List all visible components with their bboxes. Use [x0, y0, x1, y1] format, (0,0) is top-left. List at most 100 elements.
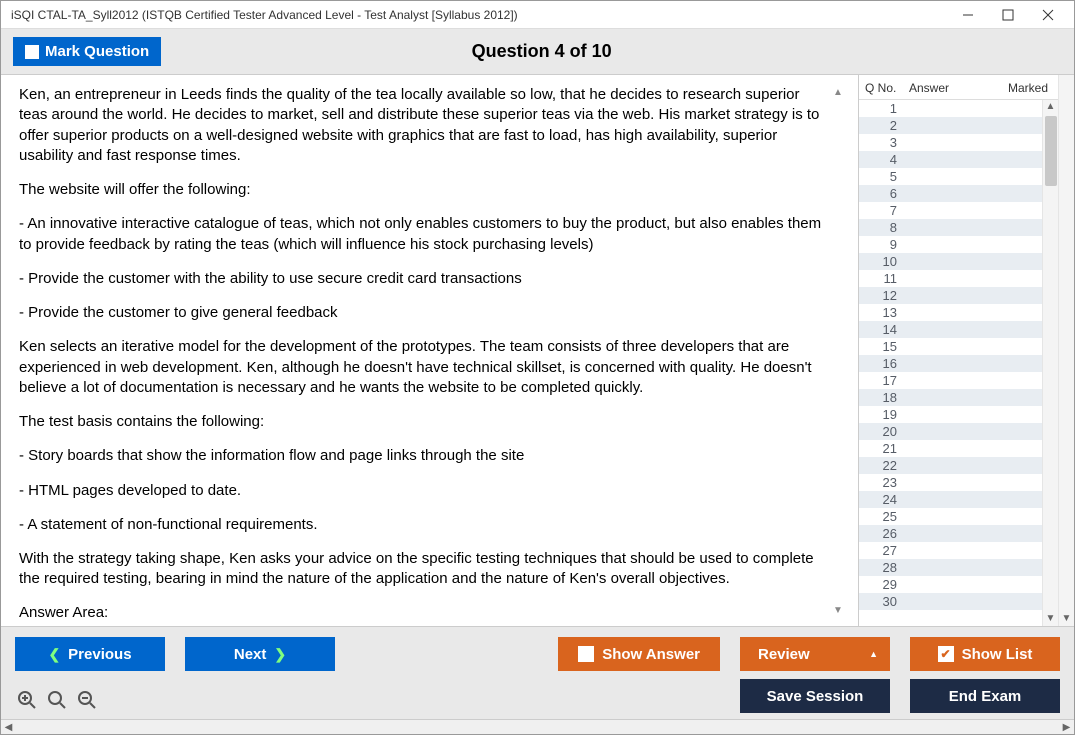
magnify-icon — [47, 690, 67, 710]
qlist-scrollbar[interactable]: ▲ ▼ — [1042, 100, 1058, 626]
qlist-number: 16 — [867, 356, 903, 371]
question-scroll: Ken, an entrepreneur in Leeds finds the … — [19, 85, 830, 618]
qlist-row[interactable]: 16 — [859, 355, 1058, 372]
question-paragraph: Ken, an entrepreneur in Leeds finds the … — [19, 85, 830, 166]
review-label: Review — [758, 646, 810, 663]
question-paragraph: - HTML pages developed to date. — [19, 481, 830, 501]
qlist-row[interactable]: 25 — [859, 508, 1058, 525]
topbar: Mark Question Question 4 of 10 — [1, 29, 1074, 75]
qlist-row[interactable]: 30 — [859, 593, 1058, 610]
qlist-number: 28 — [867, 560, 903, 575]
answer-area-label: Answer Area: — [19, 604, 830, 619]
chevron-right-icon: ❯ — [274, 646, 286, 663]
qlist-row[interactable]: 29 — [859, 576, 1058, 593]
question-paragraph: - A statement of non-functional requirem… — [19, 515, 830, 535]
qlist-row[interactable]: 7 — [859, 202, 1058, 219]
button-row-2: Save Session End Exam — [15, 679, 1060, 713]
qlist-number: 21 — [867, 441, 903, 456]
question-paragraph: - Story boards that show the information… — [19, 446, 830, 466]
qlist-row[interactable]: 15 — [859, 338, 1058, 355]
qlist-row[interactable]: 18 — [859, 389, 1058, 406]
close-button[interactable] — [1028, 3, 1068, 27]
qlist-row[interactable]: 5 — [859, 168, 1058, 185]
dropdown-icon: ▲ — [869, 649, 878, 659]
scroll-thumb[interactable] — [1045, 116, 1057, 186]
qlist-row[interactable]: 14 — [859, 321, 1058, 338]
qlist-number: 13 — [867, 305, 903, 320]
window-title: iSQI CTAL-TA_Syll2012 (ISTQB Certified T… — [11, 8, 948, 22]
zoom-out-icon — [77, 690, 97, 710]
qlist-row[interactable]: 4 — [859, 151, 1058, 168]
qlist-number: 5 — [867, 169, 903, 184]
zoom-reset-button[interactable] — [45, 688, 69, 712]
qlist-row[interactable]: 11 — [859, 270, 1058, 287]
qlist-row[interactable]: 17 — [859, 372, 1058, 389]
save-session-button[interactable]: Save Session — [740, 679, 890, 713]
minimize-button[interactable] — [948, 3, 988, 27]
page-hscrollbar[interactable]: ◀ ▶ — [1, 719, 1074, 734]
qlist-row[interactable]: 6 — [859, 185, 1058, 202]
zoom-controls — [15, 688, 99, 712]
qlist-number: 10 — [867, 254, 903, 269]
qlist-row[interactable]: 8 — [859, 219, 1058, 236]
qlist-row[interactable]: 10 — [859, 253, 1058, 270]
app-window: iSQI CTAL-TA_Syll2012 (ISTQB Certified T… — [0, 0, 1075, 735]
qlist-number: 23 — [867, 475, 903, 490]
qlist-number: 25 — [867, 509, 903, 524]
qlist-row[interactable]: 24 — [859, 491, 1058, 508]
qlist-number: 17 — [867, 373, 903, 388]
qlist-number: 11 — [867, 271, 903, 286]
qlist-row[interactable]: 27 — [859, 542, 1058, 559]
qlist-row[interactable]: 28 — [859, 559, 1058, 576]
zoom-in-button[interactable] — [15, 688, 39, 712]
question-paragraph: Ken selects an iterative model for the d… — [19, 337, 830, 398]
qlist-number: 1 — [867, 101, 903, 116]
zoom-out-button[interactable] — [75, 688, 99, 712]
qlist-row[interactable]: 9 — [859, 236, 1058, 253]
next-button[interactable]: Next ❯ — [185, 637, 335, 671]
qlist-row[interactable]: 23 — [859, 474, 1058, 491]
qlist-row[interactable]: 2 — [859, 117, 1058, 134]
qlist-number: 30 — [867, 594, 903, 609]
page-vscrollbar[interactable]: ▼ — [1058, 75, 1074, 626]
qlist-number: 27 — [867, 543, 903, 558]
end-exam-label: End Exam — [949, 688, 1022, 705]
qlist-row[interactable]: 19 — [859, 406, 1058, 423]
qlist-row[interactable]: 22 — [859, 457, 1058, 474]
scroll-left-icon: ◀ — [1, 720, 16, 735]
question-scrollbar[interactable]: ▲ ▼ — [830, 85, 846, 618]
checkbox-checked-icon: ✔ — [938, 646, 954, 662]
zoom-in-icon — [17, 690, 37, 710]
qlist-number: 6 — [867, 186, 903, 201]
maximize-button[interactable] — [988, 3, 1028, 27]
col-marked: Marked — [1004, 81, 1054, 95]
previous-button[interactable]: ❮ Previous — [15, 637, 165, 671]
save-session-label: Save Session — [767, 688, 864, 705]
qlist-number: 8 — [867, 220, 903, 235]
qlist-row[interactable]: 3 — [859, 134, 1058, 151]
review-button[interactable]: Review ▲ — [740, 637, 890, 671]
qlist-number: 19 — [867, 407, 903, 422]
qlist-row[interactable]: 21 — [859, 440, 1058, 457]
qlist-number: 14 — [867, 322, 903, 337]
question-paragraph: With the strategy taking shape, Ken asks… — [19, 549, 830, 590]
question-paragraph: - Provide the customer to give general f… — [19, 303, 830, 323]
maximize-icon — [1002, 9, 1014, 21]
qlist-row[interactable]: 1 — [859, 100, 1058, 117]
next-label: Next — [234, 646, 267, 663]
scroll-down-icon: ▼ — [1046, 612, 1056, 626]
minimize-icon — [962, 9, 974, 21]
end-exam-button[interactable]: End Exam — [910, 679, 1060, 713]
qlist-number: 9 — [867, 237, 903, 252]
qlist-row[interactable]: 12 — [859, 287, 1058, 304]
qlist-row[interactable]: 13 — [859, 304, 1058, 321]
qlist-number: 2 — [867, 118, 903, 133]
qlist-row[interactable]: 26 — [859, 525, 1058, 542]
scroll-right-icon: ▶ — [1059, 720, 1074, 735]
question-list-header: Q No. Answer Marked — [859, 75, 1058, 100]
show-list-button[interactable]: ✔ Show List — [910, 637, 1060, 671]
question-paragraph: The test basis contains the following: — [19, 412, 830, 432]
col-qno: Q No. — [865, 81, 909, 95]
show-answer-button[interactable]: Show Answer — [558, 637, 720, 671]
qlist-row[interactable]: 20 — [859, 423, 1058, 440]
